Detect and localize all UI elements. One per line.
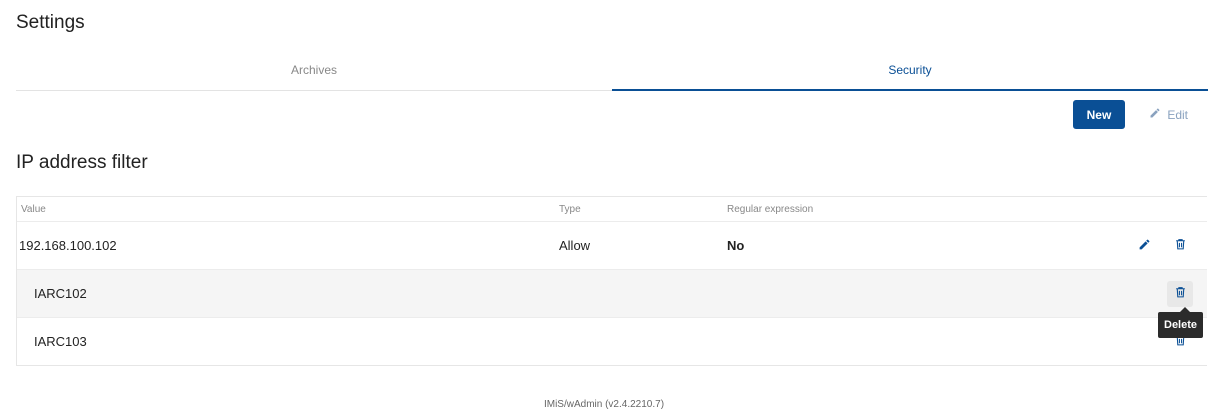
trash-icon [1174,237,1187,254]
pencil-icon [1138,238,1151,254]
tab-security[interactable]: Security [612,52,1208,91]
new-button[interactable]: New [1072,100,1126,129]
pencil-icon [1149,107,1161,122]
column-header-value: Value [21,203,46,215]
table-header: Value Type Regular expression [17,197,1207,221]
table-row[interactable]: IARC102 [17,269,1207,317]
edit-label: Edit [1167,107,1188,122]
tab-bar: Archives Security [16,52,1208,91]
column-header-regex: Regular expression [727,203,814,215]
cell-value: 192.168.100.102 [19,238,117,253]
cell-regex: No [727,238,745,253]
toolbar: New Edit [1072,100,1196,129]
page-title: Settings [16,12,85,33]
column-header-type: Type [559,203,581,215]
trash-icon [1174,285,1187,302]
delete-row-button[interactable] [1167,233,1193,259]
ip-filter-table: Value Type Regular expression 192.168.10… [16,196,1207,366]
section-title: IP address filter [16,152,148,173]
edit-row-button[interactable] [1131,233,1157,259]
delete-row-button[interactable] [1167,280,1193,307]
cell-value: IARC103 [34,334,87,349]
tab-archives[interactable]: Archives [16,52,612,90]
footer-version: IMiS/wAdmin (v2.4.2210.7) [543,399,665,410]
delete-tooltip: Delete [1158,307,1204,338]
row-actions [1131,222,1193,269]
table-row[interactable]: 192.168.100.102 Allow No [17,221,1207,269]
cell-value: IARC102 [34,286,87,301]
edit-button[interactable]: Edit [1141,100,1196,129]
cell-type: Allow [559,238,591,253]
table-row[interactable]: IARC103 [17,317,1207,365]
